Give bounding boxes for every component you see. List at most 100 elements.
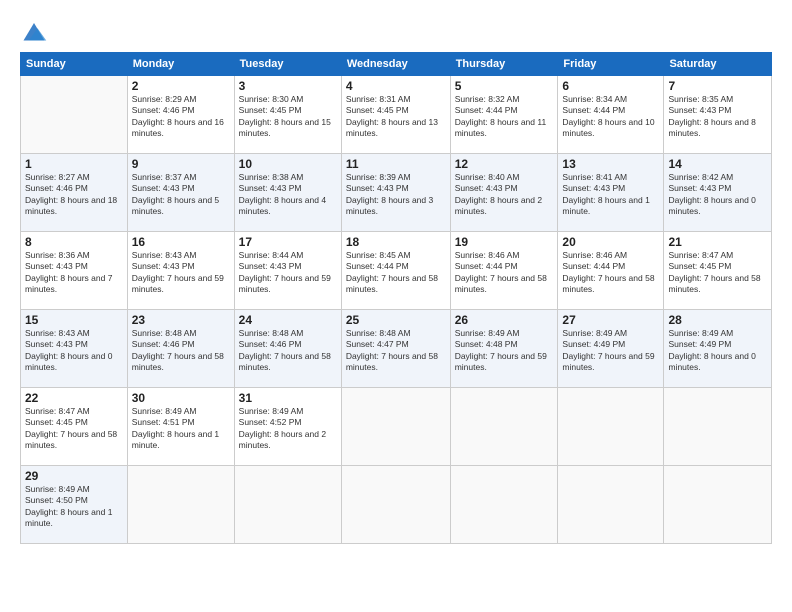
day-info: Sunrise: 8:43 AMSunset: 4:43 PMDaylight:… <box>132 250 230 296</box>
calendar-cell: 18Sunrise: 8:45 AMSunset: 4:44 PMDayligh… <box>341 232 450 310</box>
calendar-cell: 7Sunrise: 8:35 AMSunset: 4:43 PMDaylight… <box>664 76 772 154</box>
calendar-week-row: 8Sunrise: 8:36 AMSunset: 4:43 PMDaylight… <box>21 232 772 310</box>
calendar-cell: 13Sunrise: 8:41 AMSunset: 4:43 PMDayligh… <box>558 154 664 232</box>
day-info: Sunrise: 8:34 AMSunset: 4:44 PMDaylight:… <box>562 94 659 140</box>
day-info: Sunrise: 8:39 AMSunset: 4:43 PMDaylight:… <box>346 172 446 218</box>
day-number: 27 <box>562 313 659 327</box>
day-info: Sunrise: 8:43 AMSunset: 4:43 PMDaylight:… <box>25 328 123 374</box>
calendar-cell: 1Sunrise: 8:27 AMSunset: 4:46 PMDaylight… <box>21 154 128 232</box>
day-info: Sunrise: 8:44 AMSunset: 4:43 PMDaylight:… <box>239 250 337 296</box>
day-number: 3 <box>239 79 337 93</box>
calendar-cell <box>558 388 664 466</box>
calendar-cell: 30Sunrise: 8:49 AMSunset: 4:51 PMDayligh… <box>127 388 234 466</box>
day-number: 17 <box>239 235 337 249</box>
day-info: Sunrise: 8:37 AMSunset: 4:43 PMDaylight:… <box>132 172 230 218</box>
calendar-week-row: 15Sunrise: 8:43 AMSunset: 4:43 PMDayligh… <box>21 310 772 388</box>
calendar-cell: 21Sunrise: 8:47 AMSunset: 4:45 PMDayligh… <box>664 232 772 310</box>
day-number: 19 <box>455 235 554 249</box>
calendar-cell: 10Sunrise: 8:38 AMSunset: 4:43 PMDayligh… <box>234 154 341 232</box>
calendar-cell <box>127 466 234 544</box>
logo <box>20 16 52 44</box>
day-number: 8 <box>25 235 123 249</box>
col-monday: Monday <box>127 53 234 76</box>
calendar-cell <box>450 466 558 544</box>
calendar-cell: 19Sunrise: 8:46 AMSunset: 4:44 PMDayligh… <box>450 232 558 310</box>
calendar-cell <box>558 466 664 544</box>
day-number: 2 <box>132 79 230 93</box>
calendar-cell <box>450 388 558 466</box>
day-number: 7 <box>668 79 767 93</box>
day-number: 14 <box>668 157 767 171</box>
day-info: Sunrise: 8:46 AMSunset: 4:44 PMDaylight:… <box>562 250 659 296</box>
day-info: Sunrise: 8:36 AMSunset: 4:43 PMDaylight:… <box>25 250 123 296</box>
day-number: 6 <box>562 79 659 93</box>
calendar-cell: 22Sunrise: 8:47 AMSunset: 4:45 PMDayligh… <box>21 388 128 466</box>
day-number: 20 <box>562 235 659 249</box>
col-saturday: Saturday <box>664 53 772 76</box>
logo-icon <box>20 16 48 44</box>
day-number: 13 <box>562 157 659 171</box>
day-number: 28 <box>668 313 767 327</box>
calendar-cell <box>341 466 450 544</box>
calendar-cell: 5Sunrise: 8:32 AMSunset: 4:44 PMDaylight… <box>450 76 558 154</box>
calendar-cell <box>341 388 450 466</box>
calendar-cell: 9Sunrise: 8:37 AMSunset: 4:43 PMDaylight… <box>127 154 234 232</box>
day-info: Sunrise: 8:47 AMSunset: 4:45 PMDaylight:… <box>25 406 123 452</box>
calendar-cell: 20Sunrise: 8:46 AMSunset: 4:44 PMDayligh… <box>558 232 664 310</box>
day-info: Sunrise: 8:30 AMSunset: 4:45 PMDaylight:… <box>239 94 337 140</box>
day-info: Sunrise: 8:49 AMSunset: 4:49 PMDaylight:… <box>668 328 767 374</box>
day-number: 22 <box>25 391 123 405</box>
day-number: 31 <box>239 391 337 405</box>
col-sunday: Sunday <box>21 53 128 76</box>
calendar-cell: 27Sunrise: 8:49 AMSunset: 4:49 PMDayligh… <box>558 310 664 388</box>
day-info: Sunrise: 8:35 AMSunset: 4:43 PMDaylight:… <box>668 94 767 140</box>
col-tuesday: Tuesday <box>234 53 341 76</box>
day-info: Sunrise: 8:45 AMSunset: 4:44 PMDaylight:… <box>346 250 446 296</box>
calendar-cell: 4Sunrise: 8:31 AMSunset: 4:45 PMDaylight… <box>341 76 450 154</box>
calendar-cell: 12Sunrise: 8:40 AMSunset: 4:43 PMDayligh… <box>450 154 558 232</box>
day-number: 1 <box>25 157 123 171</box>
day-info: Sunrise: 8:49 AMSunset: 4:50 PMDaylight:… <box>25 484 123 530</box>
page: Sunday Monday Tuesday Wednesday Thursday… <box>0 0 792 612</box>
calendar-cell: 31Sunrise: 8:49 AMSunset: 4:52 PMDayligh… <box>234 388 341 466</box>
day-info: Sunrise: 8:47 AMSunset: 4:45 PMDaylight:… <box>668 250 767 296</box>
calendar-cell: 28Sunrise: 8:49 AMSunset: 4:49 PMDayligh… <box>664 310 772 388</box>
day-info: Sunrise: 8:48 AMSunset: 4:46 PMDaylight:… <box>132 328 230 374</box>
day-number: 24 <box>239 313 337 327</box>
day-info: Sunrise: 8:46 AMSunset: 4:44 PMDaylight:… <box>455 250 554 296</box>
calendar-cell <box>664 388 772 466</box>
header-row: Sunday Monday Tuesday Wednesday Thursday… <box>21 53 772 76</box>
calendar-cell <box>21 76 128 154</box>
col-thursday: Thursday <box>450 53 558 76</box>
day-number: 25 <box>346 313 446 327</box>
calendar-cell: 26Sunrise: 8:49 AMSunset: 4:48 PMDayligh… <box>450 310 558 388</box>
calendar-cell: 16Sunrise: 8:43 AMSunset: 4:43 PMDayligh… <box>127 232 234 310</box>
day-number: 16 <box>132 235 230 249</box>
day-info: Sunrise: 8:29 AMSunset: 4:46 PMDaylight:… <box>132 94 230 140</box>
calendar-cell: 25Sunrise: 8:48 AMSunset: 4:47 PMDayligh… <box>341 310 450 388</box>
calendar-cell: 8Sunrise: 8:36 AMSunset: 4:43 PMDaylight… <box>21 232 128 310</box>
header <box>20 16 772 44</box>
day-info: Sunrise: 8:41 AMSunset: 4:43 PMDaylight:… <box>562 172 659 218</box>
calendar-cell: 2Sunrise: 8:29 AMSunset: 4:46 PMDaylight… <box>127 76 234 154</box>
day-number: 5 <box>455 79 554 93</box>
day-info: Sunrise: 8:31 AMSunset: 4:45 PMDaylight:… <box>346 94 446 140</box>
day-number: 30 <box>132 391 230 405</box>
calendar-cell <box>664 466 772 544</box>
col-friday: Friday <box>558 53 664 76</box>
calendar-cell: 29Sunrise: 8:49 AMSunset: 4:50 PMDayligh… <box>21 466 128 544</box>
day-info: Sunrise: 8:48 AMSunset: 4:47 PMDaylight:… <box>346 328 446 374</box>
day-number: 15 <box>25 313 123 327</box>
day-number: 11 <box>346 157 446 171</box>
day-info: Sunrise: 8:38 AMSunset: 4:43 PMDaylight:… <box>239 172 337 218</box>
calendar-cell: 11Sunrise: 8:39 AMSunset: 4:43 PMDayligh… <box>341 154 450 232</box>
day-info: Sunrise: 8:40 AMSunset: 4:43 PMDaylight:… <box>455 172 554 218</box>
day-info: Sunrise: 8:49 AMSunset: 4:48 PMDaylight:… <box>455 328 554 374</box>
day-info: Sunrise: 8:49 AMSunset: 4:49 PMDaylight:… <box>562 328 659 374</box>
day-info: Sunrise: 8:49 AMSunset: 4:51 PMDaylight:… <box>132 406 230 452</box>
day-number: 18 <box>346 235 446 249</box>
day-info: Sunrise: 8:48 AMSunset: 4:46 PMDaylight:… <box>239 328 337 374</box>
day-number: 9 <box>132 157 230 171</box>
day-number: 10 <box>239 157 337 171</box>
day-info: Sunrise: 8:27 AMSunset: 4:46 PMDaylight:… <box>25 172 123 218</box>
